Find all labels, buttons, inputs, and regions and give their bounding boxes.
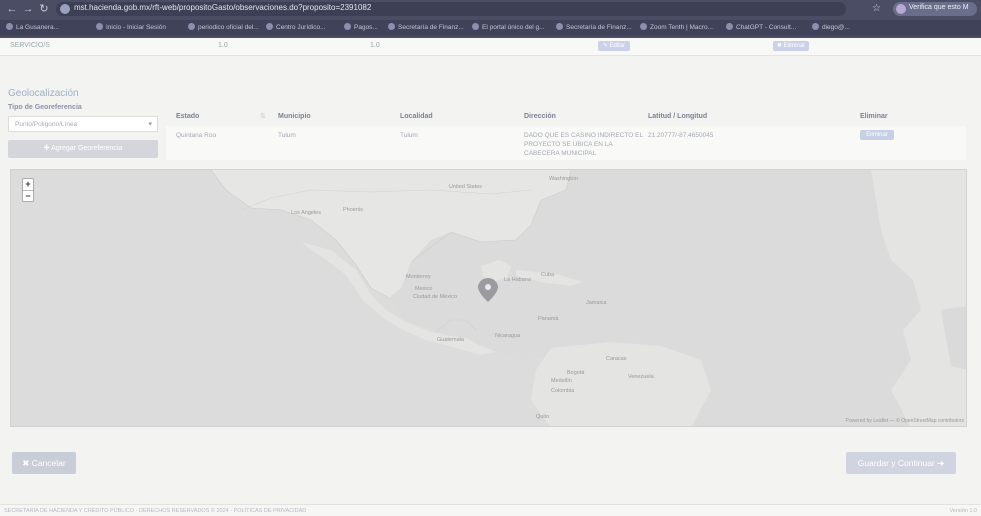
bookmark-icon xyxy=(266,23,273,30)
map-label: Jamaica xyxy=(586,300,607,306)
bookmark-item[interactable]: Inicio - Iniciar Sesión xyxy=(96,23,166,33)
browser-chrome: ← → ↻ mst.hacienda.gob.mx/rft-web/propos… xyxy=(0,0,981,38)
bookmark-item[interactable]: El portal único del g... xyxy=(472,23,545,33)
delete-georef-button[interactable]: Eliminar xyxy=(860,130,894,140)
footer-text[interactable]: SECRETARÍA DE HACIENDA Y CRÉDITO PÚBLICO… xyxy=(4,508,306,514)
browser-toolbar: ← → ↻ mst.hacienda.gob.mx/rft-web/propos… xyxy=(0,0,981,18)
map-label: Colombia xyxy=(551,388,575,394)
map-label: Panamá xyxy=(538,316,559,322)
bookmark-icon xyxy=(6,23,13,30)
concept-name: SERVICIO/S xyxy=(10,42,50,49)
col-header-direccion[interactable]: Dirección xyxy=(524,113,556,120)
bookmark-icon xyxy=(812,23,819,30)
bookmark-item[interactable]: Centro Jurídico... xyxy=(266,23,326,33)
direccion-line: PROYECTO SE UBICA EN LA xyxy=(524,141,613,148)
bookmark-icon xyxy=(344,23,351,30)
edit-button[interactable]: ✎ Editar xyxy=(598,41,630,51)
map-label: Ciudad de México xyxy=(413,294,458,300)
table-header: Estado ⇅ Municipio Localidad Dirección L… xyxy=(166,110,966,126)
concept-qty: 1.0 xyxy=(218,42,228,49)
bookmark-star-icon[interactable]: ☆ xyxy=(872,3,881,14)
map-label: Bogotá xyxy=(567,370,585,376)
col-header-eliminar[interactable]: Eliminar xyxy=(860,113,888,120)
profile-label: Verifica que esto M xyxy=(909,4,969,11)
bookmark-icon xyxy=(726,23,733,30)
direccion-line: CABECERA MUNICIPAL xyxy=(524,150,597,157)
cell-estado: Quintana Roo xyxy=(176,132,217,139)
bookmark-icon xyxy=(388,23,395,30)
bookmark-icon xyxy=(640,23,647,30)
col-header-estado[interactable]: Estado xyxy=(176,113,199,120)
map-label: Mexico xyxy=(415,286,433,292)
footer: SECRETARÍA DE HACIENDA Y CRÉDITO PÚBLICO… xyxy=(0,504,981,516)
cell-localidad: Tulum xyxy=(400,132,418,139)
georef-type-select[interactable]: Punto/Poligono/Línea ▾ xyxy=(8,116,158,132)
bookmark-icon xyxy=(556,23,563,30)
map-attribution[interactable]: Powered by Leaflet — © OpenStreetMap con… xyxy=(846,418,964,424)
map-label: Los Angeles xyxy=(291,210,321,216)
direccion-line: DADO QUE ES CASINO INDIRECTO EL xyxy=(524,132,644,139)
map-label: Venezuela xyxy=(628,374,654,380)
georef-type-placeholder: Punto/Poligono/Línea xyxy=(15,121,78,128)
bookmark-item[interactable]: ChatGPT - Consult... xyxy=(726,23,796,33)
map-label: Monterrey xyxy=(406,274,431,280)
map-label: Caracas xyxy=(606,356,627,362)
map-label: Quito xyxy=(536,414,550,420)
reload-icon[interactable]: ↻ xyxy=(38,3,50,15)
add-georeference-button[interactable]: ✚ Agregar Georeferencia xyxy=(8,140,158,158)
bookmark-item[interactable]: Secretaría de Finanz... xyxy=(388,23,464,33)
cell-latlng: 21.20777/-87.4650045 xyxy=(648,132,714,139)
chevron-down-icon: ▾ xyxy=(148,121,152,128)
col-header-municipio[interactable]: Municipio xyxy=(278,113,311,120)
url-text: mst.hacienda.gob.mx/rft-web/propositoGas… xyxy=(74,3,372,12)
map-label: Washington xyxy=(549,176,578,182)
forward-icon[interactable]: → xyxy=(22,3,34,15)
cell-municipio: Tulum xyxy=(278,132,296,139)
map-label: United States xyxy=(449,184,483,190)
concept-row: SERVICIO/S 1.0 1.0 ✎ Editar ✖ Eliminar xyxy=(0,38,981,56)
bookmark-item[interactable]: Pagos... xyxy=(344,23,378,33)
map-label: Medellín xyxy=(551,378,572,384)
site-info-icon[interactable] xyxy=(60,4,70,14)
cell-direccion: DADO QUE ES CASINO INDIRECTO EL PROYECTO… xyxy=(524,131,643,158)
save-and-continue-button[interactable]: Guardar y Continuar ➔ xyxy=(846,452,956,474)
map-label: Nicaragua xyxy=(495,333,521,339)
map-label: Phoenix xyxy=(343,207,363,213)
version-text: Versión 1.0 xyxy=(949,508,977,514)
map[interactable]: + − United States Los Angeles Phoenix Mo… xyxy=(10,169,967,427)
bookmark-item[interactable]: periodico oficial del... xyxy=(188,23,259,33)
concept-amount: 1.0 xyxy=(370,42,380,49)
map-tiles xyxy=(11,170,966,426)
bookmark-item[interactable]: La Gusanera... xyxy=(6,23,59,33)
map-label: Guatemala xyxy=(437,337,464,343)
col-header-localidad[interactable]: Localidad xyxy=(400,113,433,120)
zoom-in-button[interactable]: + xyxy=(23,179,33,190)
profile-button[interactable]: Verifica que esto M xyxy=(893,2,977,16)
bookmark-item[interactable]: diego@... xyxy=(812,23,850,33)
zoom-out-button[interactable]: − xyxy=(23,190,33,201)
location-marker-icon[interactable] xyxy=(478,278,498,302)
zoom-control: + − xyxy=(22,178,34,202)
bookmark-item[interactable]: Secretaría de Finanz... xyxy=(556,23,632,33)
table-row: Quintana Roo Tulum Tulum DADO QUE ES CAS… xyxy=(166,126,966,160)
bookmark-icon xyxy=(96,23,103,30)
bookmarks-bar: La Gusanera... Inicio - Iniciar Sesión p… xyxy=(0,20,981,36)
col-header-latlng[interactable]: Latitud / Longitud xyxy=(648,113,707,120)
section-title: Geolocalización xyxy=(8,88,79,99)
bookmark-item[interactable]: Zoom Tenth | Macro... xyxy=(640,23,713,33)
address-bar[interactable]: mst.hacienda.gob.mx/rft-web/propositoGas… xyxy=(56,2,846,16)
delete-concept-button[interactable]: ✖ Eliminar xyxy=(773,41,809,51)
map-label: La Habana xyxy=(504,277,531,283)
bookmark-icon xyxy=(472,23,479,30)
sort-icon[interactable]: ⇅ xyxy=(260,112,266,120)
bookmark-icon xyxy=(188,23,195,30)
back-icon[interactable]: ← xyxy=(6,3,18,15)
avatar xyxy=(896,4,906,14)
map-label: Cuba xyxy=(541,272,555,278)
cancel-button[interactable]: ✖ Cancelar xyxy=(12,452,76,474)
page-content: SERVICIO/S 1.0 1.0 ✎ Editar ✖ Eliminar G… xyxy=(0,38,981,516)
georef-type-label: Tipo de Georeferencia xyxy=(8,104,82,111)
